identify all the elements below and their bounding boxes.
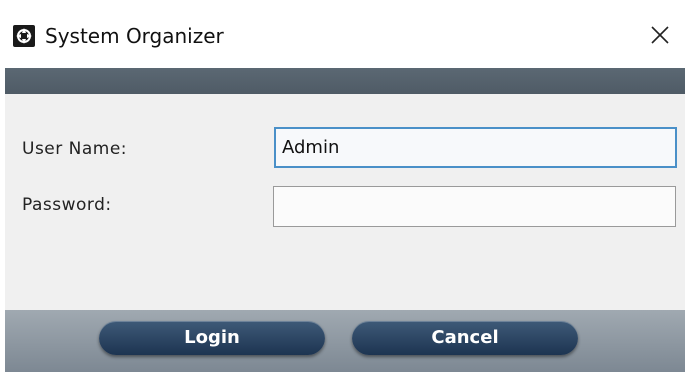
login-button[interactable]: Login (99, 321, 325, 355)
login-dialog: System Organizer User Name: Password: Lo… (0, 0, 693, 372)
close-icon[interactable] (640, 18, 680, 54)
button-bar: Login Cancel (5, 310, 685, 372)
title-bar: System Organizer (0, 0, 693, 68)
form-area: User Name: Password: (5, 94, 685, 310)
header-band (5, 68, 685, 94)
username-label: User Name: (22, 139, 128, 159)
system-organizer-app-icon (13, 25, 35, 47)
cancel-button[interactable]: Cancel (352, 321, 578, 355)
password-input[interactable] (273, 186, 676, 227)
window-title: System Organizer (45, 24, 224, 48)
username-input[interactable] (274, 127, 677, 168)
password-label: Password: (22, 195, 112, 215)
